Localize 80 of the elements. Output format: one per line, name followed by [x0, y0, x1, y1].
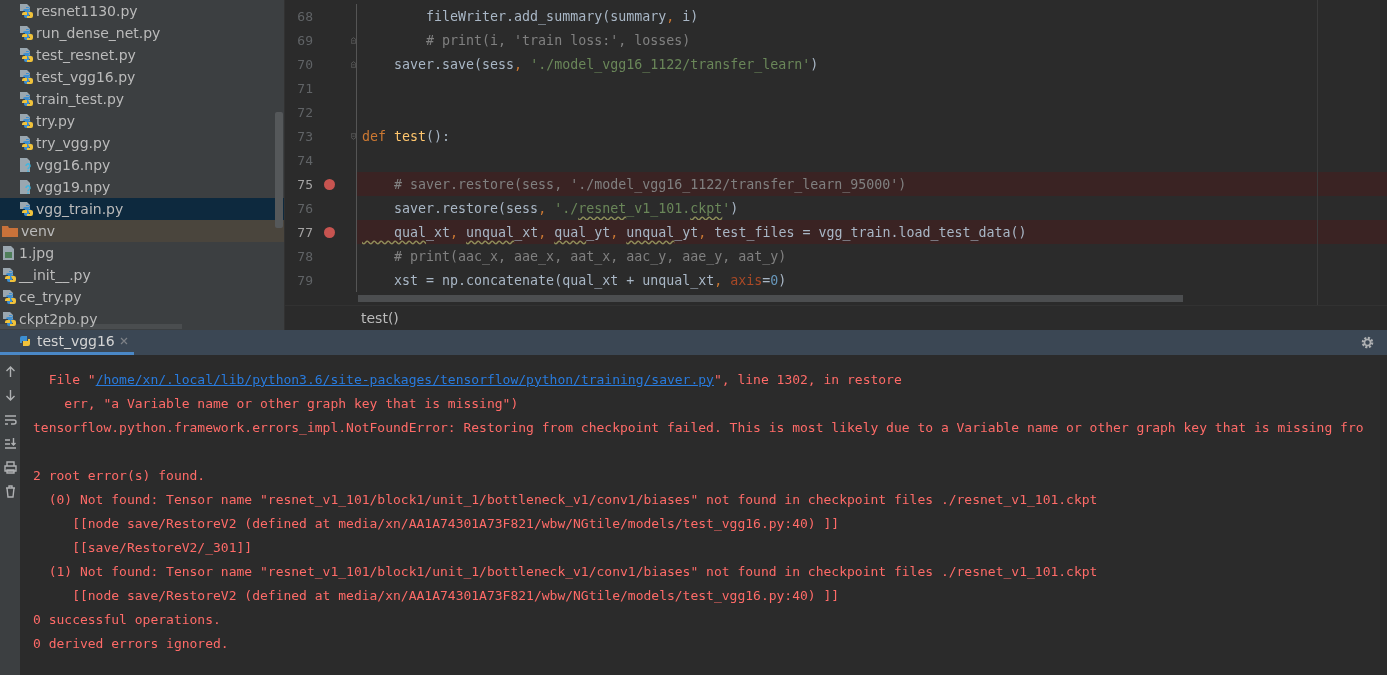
line-number: 68: [296, 8, 313, 24]
soft-wrap-icon[interactable]: [3, 413, 17, 426]
line-number: 77: [296, 224, 313, 240]
file-link[interactable]: /home/xn/.local/lib/python3.6/site-packages/tensorflow/python/training/saver.py: [95, 371, 714, 387]
line-number: 69: [296, 32, 313, 48]
console-line: (1) Not found: Tensor name "resnet_v1_101/block1/unit_1/bottleneck_v1/conv1/biases" not found in checkpoint files ./resnet_v1_101.ckpt: [47, 563, 1098, 579]
python-file-icon: [19, 135, 33, 151]
tree-item[interactable]: vgg16.npy: [0, 154, 284, 176]
fold-icon[interactable]: [351, 130, 356, 142]
code-line: saver.restore(sess, './resnet_v1_101.ckpt'): [393, 200, 739, 216]
tree-item[interactable]: ce_try.py: [0, 286, 284, 308]
line-number: 76: [296, 200, 313, 216]
line-number: 73: [296, 128, 313, 144]
console-line: 2 root error(s) found.: [33, 467, 206, 483]
console-line: File "/home/xn/.local/lib/python3.6/site-packages/tensorflow/python/training/saver.py", line 1302, in restore: [47, 371, 902, 387]
line-number: 71: [296, 80, 313, 96]
unknown-file-icon: [19, 157, 33, 173]
console-line: 0 derived errors ignored.: [33, 635, 229, 651]
tree-item[interactable]: train_test.py: [0, 88, 284, 110]
line-number: 79: [296, 272, 313, 288]
tree-item[interactable]: vgg_train.py: [0, 198, 284, 220]
line-number: 75: [296, 176, 313, 192]
console-line: [[node save/RestoreV2 (defined at media/xn/AA1A74301A73F821/wbw/NGtile/models/test_vgg16.py:40) ]]: [71, 515, 840, 531]
breadcrumb[interactable]: test(): [361, 310, 399, 326]
tree-item[interactable]: venv: [0, 220, 284, 242]
python-file-icon: [2, 311, 16, 327]
line-number: 78: [296, 248, 313, 264]
code-line: qual_xt, unqual_xt, qual_yt, unqual_yt, test_files = vgg_train.load_test_data(): [393, 224, 1027, 240]
python-file-icon: [19, 3, 33, 19]
python-file-icon: [19, 47, 33, 63]
tree-item[interactable]: 1.jpg: [0, 242, 284, 264]
python-icon: [18, 334, 32, 348]
scroll-to-end-icon[interactable]: [3, 437, 17, 450]
fold-icon[interactable]: [351, 34, 356, 46]
tree-item[interactable]: run_dense_net.py: [0, 22, 284, 44]
tree-item[interactable]: try_vgg.py: [0, 132, 284, 154]
breakpoint-icon[interactable]: [324, 178, 335, 190]
python-file-icon: [19, 69, 33, 85]
code-line: xst = np.concatenate(qual_xt + unqual_xt, axis=0): [393, 272, 787, 288]
python-file-icon: [19, 201, 33, 217]
breakpoint-icon[interactable]: [324, 226, 335, 238]
line-number: 74: [296, 152, 313, 168]
tree-item[interactable]: resnet1130.py: [0, 0, 284, 22]
tree-item[interactable]: test_vgg16.py: [0, 66, 284, 88]
scrollbar-thumb[interactable]: [275, 112, 283, 228]
python-file-icon: [2, 267, 16, 283]
code-line: fileWriter.add_summary(summary, i): [425, 8, 699, 24]
tree-item[interactable]: test_resnet.py: [0, 44, 284, 66]
folder-icon: [2, 224, 18, 238]
console-line: 0 successful operations.: [33, 611, 221, 627]
python-file-icon: [19, 91, 33, 107]
console-line: tensorflow.python.framework.errors_impl.NotFoundError: Restoring from checkpoint failed. This is most likely due to a Variable name or other graph key that is missing fro: [33, 419, 1364, 435]
settings-icon[interactable]: [1361, 336, 1374, 349]
code-line: # print(i, 'train loss:', losses): [425, 32, 691, 48]
print-icon[interactable]: [3, 461, 17, 474]
line-number: 70: [296, 56, 313, 72]
tree-item[interactable]: ckpt2pb.py: [0, 308, 284, 330]
unknown-file-icon: [19, 179, 33, 195]
trash-icon[interactable]: [3, 485, 17, 498]
python-file-icon: [2, 289, 16, 305]
code-line: saver.save(sess, './model_vgg16_1122/transfer_learn'): [393, 56, 819, 72]
console-line: [[save/RestoreV2/_301]]: [71, 539, 253, 555]
image-file-icon: [2, 245, 16, 261]
tree-item[interactable]: vgg19.npy: [0, 176, 284, 198]
python-file-icon: [19, 113, 33, 129]
console-line: (0) Not found: Tensor name "resnet_v1_101/block1/unit_1/bottleneck_v1/conv1/biases" not found in checkpoint files ./resnet_v1_101.ckpt: [47, 491, 1098, 507]
code-line: # saver.restore(sess, './model_vgg16_1122/transfer_learn_95000'): [393, 176, 907, 192]
scrollbar-thumb[interactable]: [358, 295, 1183, 302]
arrow-down-icon[interactable]: [3, 389, 17, 402]
tree-item[interactable]: try.py: [0, 110, 284, 132]
arrow-up-icon[interactable]: [3, 365, 17, 378]
fold-icon[interactable]: [351, 58, 356, 70]
close-icon[interactable]: [119, 337, 128, 345]
console-line: err, "a Variable name or other graph key that is missing"): [63, 395, 519, 411]
line-number: 72: [296, 104, 313, 120]
code-line: def test():: [362, 128, 451, 144]
code-line: # print(aac_x, aae_x, aat_x, aac_y, aae_y, aat_y): [393, 248, 787, 264]
console-line: [[node save/RestoreV2 (defined at media/xn/AA1A74301A73F821/wbw/NGtile/models/test_vgg16.py:40) ]]: [71, 587, 840, 603]
tree-item[interactable]: __init__.py: [0, 264, 284, 286]
python-file-icon: [19, 25, 33, 41]
